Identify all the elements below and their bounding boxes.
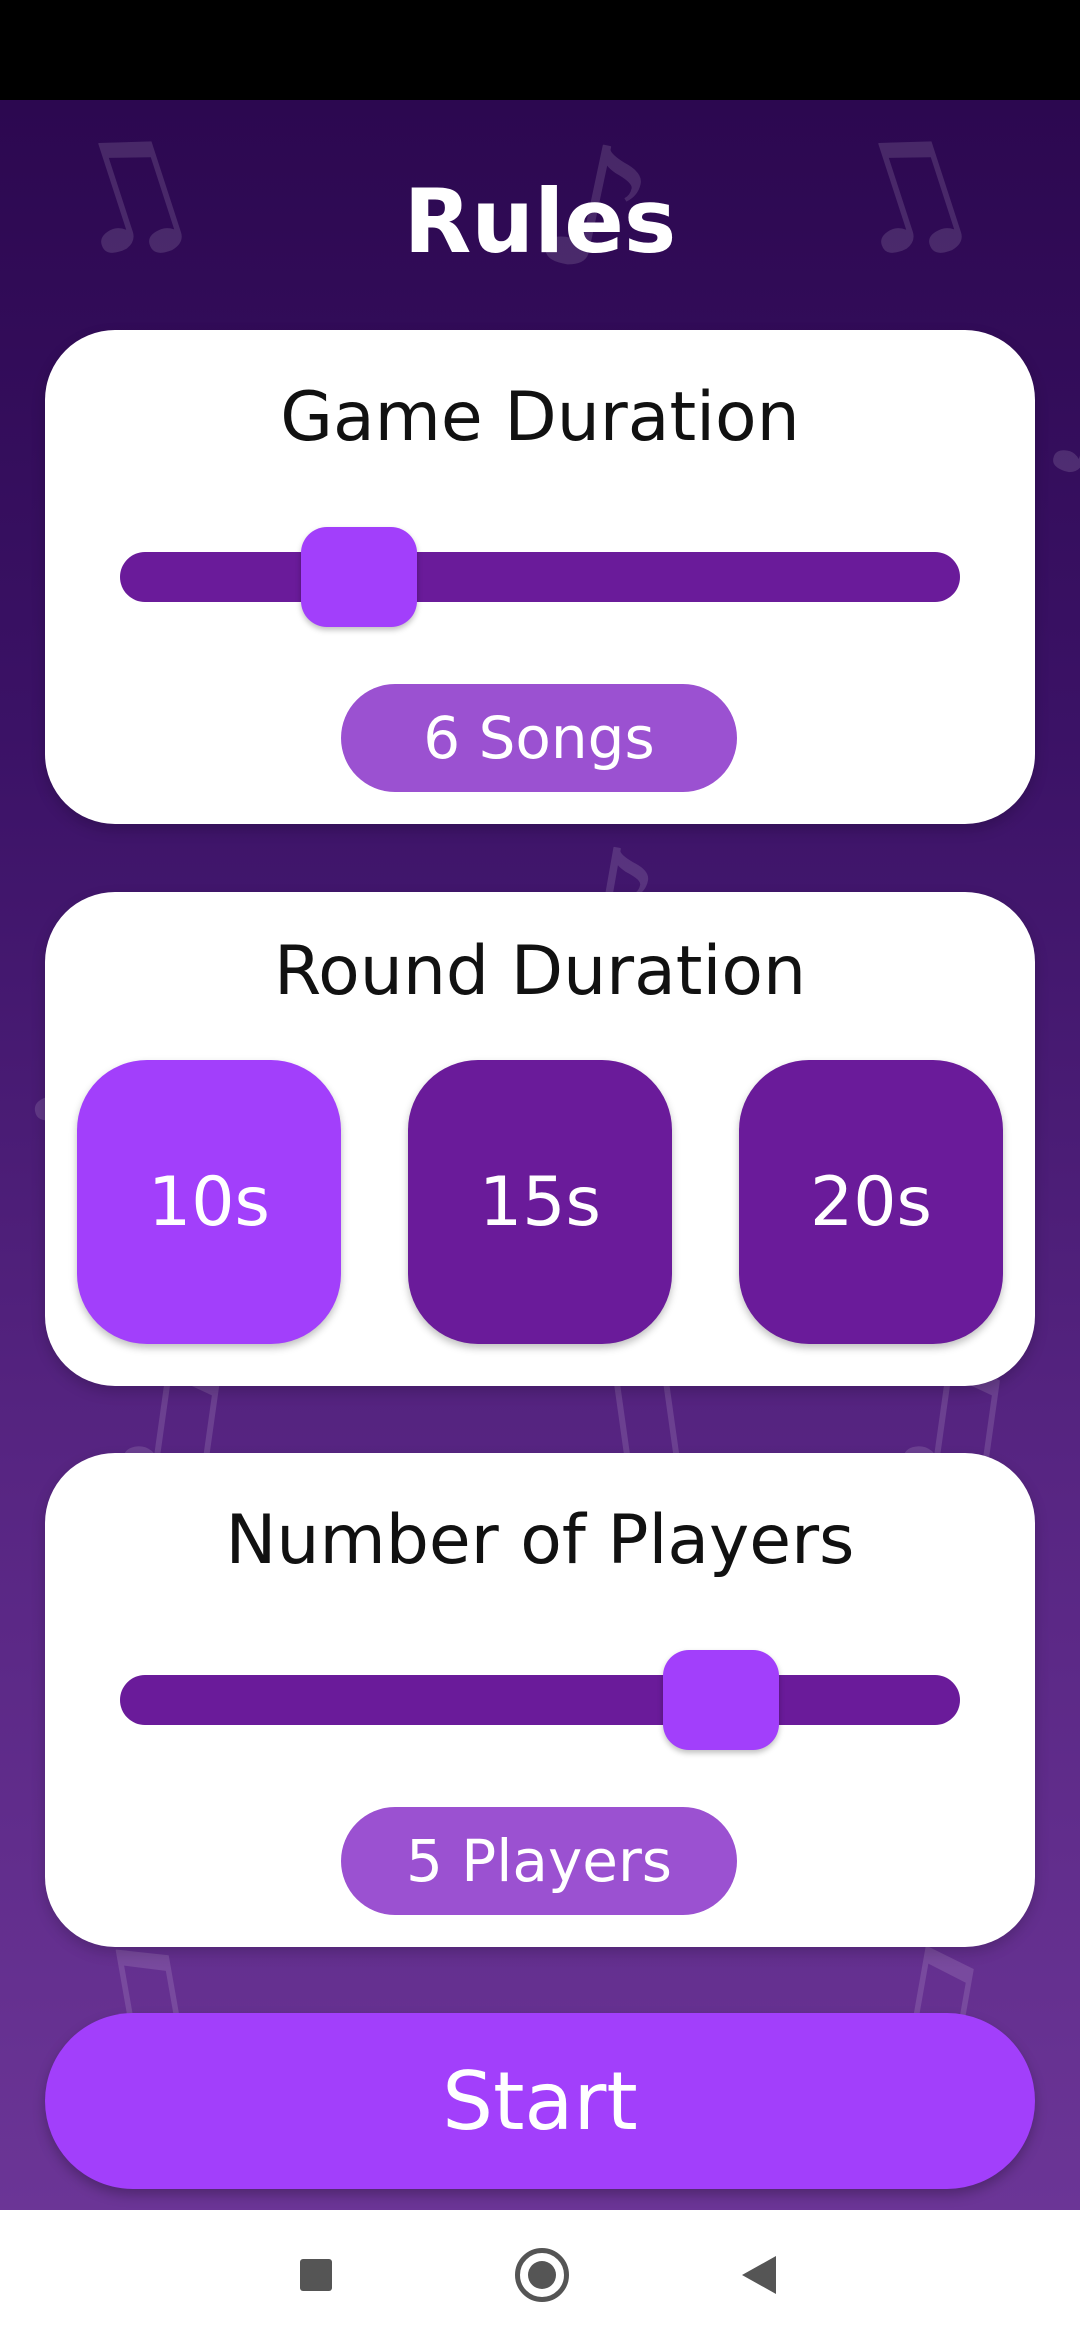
rules-screen: ♫ ♪ ♫ ♫ ♪ ♫ ♫ ♫ ♫ ♫ ♫ Rules Game Duratio… bbox=[0, 100, 1080, 2210]
status-bar bbox=[0, 0, 1080, 100]
game-duration-title: Game Duration bbox=[280, 378, 800, 457]
players-slider[interactable] bbox=[120, 1650, 960, 1750]
game-duration-slider[interactable] bbox=[120, 527, 960, 627]
back-icon[interactable] bbox=[742, 2256, 776, 2294]
recents-icon[interactable] bbox=[300, 2259, 332, 2291]
start-button[interactable]: Start bbox=[45, 2013, 1035, 2189]
game-duration-slider-thumb[interactable] bbox=[301, 527, 417, 627]
players-card: Number of Players 5 Players bbox=[45, 1453, 1035, 1947]
game-duration-card: Game Duration 6 Songs bbox=[45, 330, 1035, 824]
round-duration-title: Round Duration bbox=[273, 932, 807, 1011]
players-value: 5 Players bbox=[341, 1807, 737, 1915]
round-duration-card: Round Duration 10s 15s 20s bbox=[45, 892, 1035, 1386]
game-duration-value: 6 Songs bbox=[341, 684, 737, 792]
page-title: Rules bbox=[403, 170, 677, 273]
home-icon[interactable] bbox=[515, 2248, 569, 2302]
round-option-10s[interactable]: 10s bbox=[77, 1060, 341, 1344]
players-title: Number of Players bbox=[225, 1501, 855, 1580]
system-nav-bar bbox=[0, 2210, 1080, 2340]
round-option-20s[interactable]: 20s bbox=[739, 1060, 1003, 1344]
round-option-15s[interactable]: 15s bbox=[408, 1060, 672, 1344]
players-slider-thumb[interactable] bbox=[663, 1650, 779, 1750]
screen: ♫ ♪ ♫ ♫ ♪ ♫ ♫ ♫ ♫ ♫ ♫ Rules Game Duratio… bbox=[0, 0, 1080, 2340]
